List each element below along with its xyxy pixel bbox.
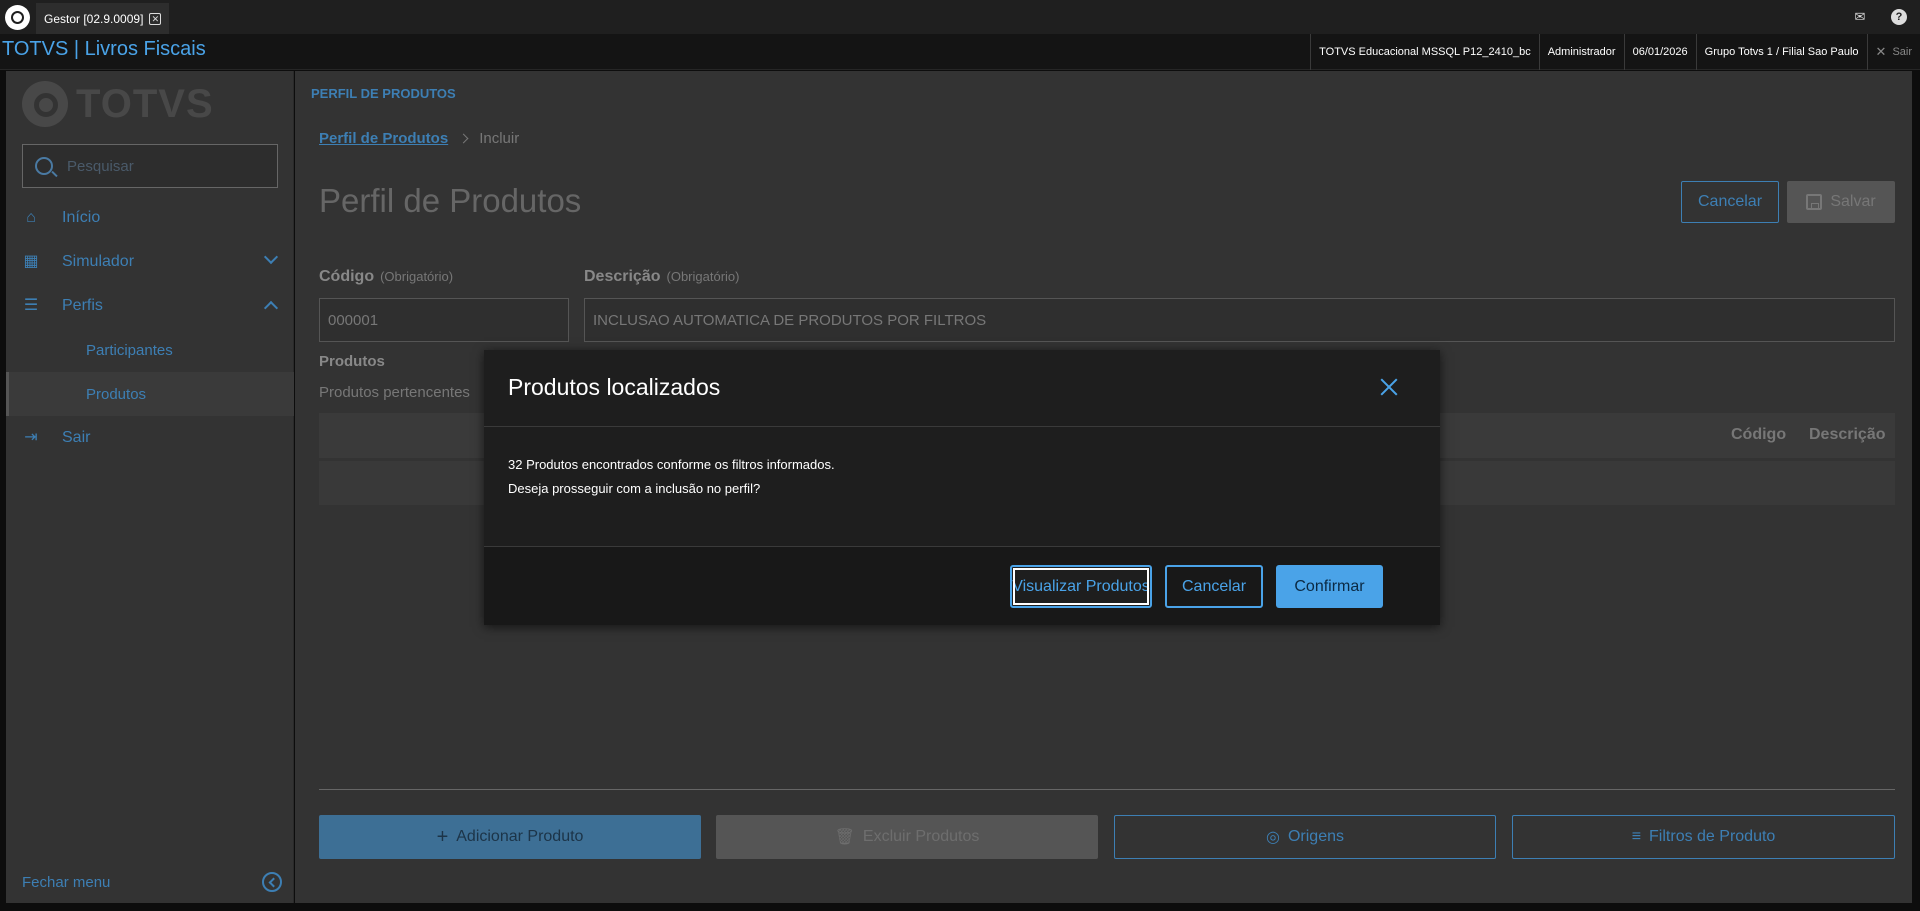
close-icon: ✕: [1875, 44, 1887, 59]
confirm-button[interactable]: Confirmar: [1276, 565, 1383, 608]
dialog-cancel-button[interactable]: Cancelar: [1165, 565, 1263, 608]
branch-label[interactable]: Grupo Totvs 1 / Filial Sao Paulo: [1695, 34, 1867, 70]
dialog-message-line2: Deseja prosseguir com a inclusão no perf…: [508, 481, 761, 496]
header-info: TOTVS Educacional MSSQL P12_2410_bc Admi…: [1310, 34, 1920, 70]
dialog-footer: Visualizar Produtos Cancelar Confirmar: [484, 547, 1440, 625]
dialog-body: 32 Produtos encontrados conforme os filt…: [508, 453, 835, 501]
app-window: Gestor [02.9.0009] ✕ ✉ ? TOTVS | Livros …: [0, 0, 1920, 911]
tab-close-icon[interactable]: ✕: [149, 12, 162, 25]
brand-title: TOTVS | Livros Fiscais: [2, 38, 206, 60]
date-label: 06/01/2026: [1623, 34, 1696, 70]
header-logout-button[interactable]: ✕ Sair: [1866, 34, 1920, 70]
logout-label: Sair: [1892, 46, 1912, 58]
view-products-button[interactable]: Visualizar Produtos: [1010, 565, 1152, 608]
tab-gestor[interactable]: Gestor [02.9.0009] ✕: [36, 3, 170, 34]
help-icon[interactable]: ?: [1891, 9, 1907, 25]
tab-bar: Gestor [02.9.0009] ✕ ✉ ?: [0, 0, 1920, 34]
dialog-divider: [484, 426, 1440, 427]
dialog-message-line1: 32 Produtos encontrados conforme os filt…: [508, 457, 835, 472]
products-found-dialog: Produtos localizados 32 Produtos encontr…: [484, 350, 1440, 625]
dialog-title: Produtos localizados: [508, 374, 721, 400]
app-logo-icon: [5, 5, 30, 30]
environment-label: TOTVS Educacional MSSQL P12_2410_bc: [1310, 34, 1539, 70]
tab-label: Gestor [02.9.0009]: [44, 11, 144, 26]
mail-icon[interactable]: ✉: [1851, 8, 1869, 26]
header-bar: TOTVS | Livros Fiscais TOTVS Educacional…: [0, 34, 1920, 70]
close-icon[interactable]: [1378, 376, 1400, 398]
user-label: Administrador: [1538, 34, 1624, 70]
